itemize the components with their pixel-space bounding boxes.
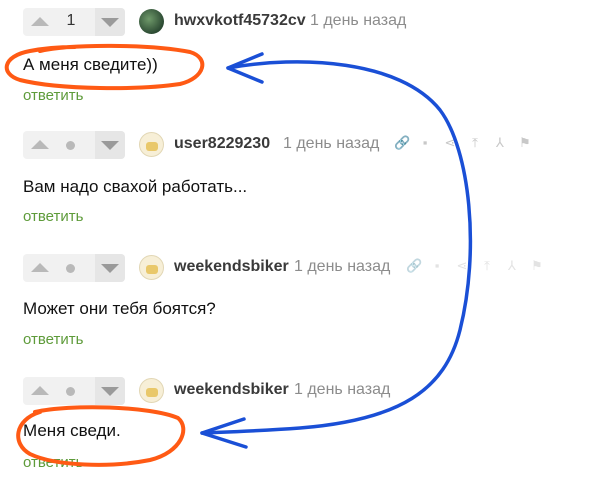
author-name[interactable]: weekendsbiker (174, 258, 289, 276)
save-icon[interactable]: ▪ (431, 259, 443, 273)
vote-score: 1 (66, 12, 76, 29)
to-top-icon[interactable]: ⤒ (469, 136, 481, 150)
reply-link[interactable]: ответить (23, 208, 83, 225)
downvote-button[interactable] (95, 254, 125, 282)
downvote-button[interactable] (95, 131, 125, 159)
avatar[interactable] (139, 9, 164, 34)
comment-actions: 🔗 ▪ ⋖ ⤒ ⅄ ⚑ (406, 259, 543, 277)
author-name[interactable]: weekendsbiker (174, 381, 289, 399)
downvote-icon (101, 18, 119, 27)
flag-icon[interactable]: ⚑ (519, 136, 531, 150)
save-icon[interactable]: ▪ (419, 136, 431, 150)
author-name[interactable]: hwxvkotf45732cv (174, 12, 306, 30)
comment-time[interactable]: 1 день назад (294, 381, 390, 399)
comment-header: user8229230 1 день назад 🔗 ▪ ⋖ ⤒ ⅄ ⚑ (23, 131, 583, 159)
avatar[interactable] (139, 132, 164, 157)
vote-dot-icon (66, 264, 75, 273)
comment-text: Может они тебя боятся? (23, 299, 216, 318)
vote-widget: 1 (23, 8, 125, 36)
vote-dot-icon (66, 387, 75, 396)
comment-header: weekendsbiker 1 день назад 🔗 ▪ ⋖ ⤒ ⅄ ⚑ (23, 254, 583, 282)
comment-actions: 🔗 ▪ ⋖ ⤒ ⅄ ⚑ (394, 136, 531, 154)
downvote-icon (101, 264, 119, 273)
comment-time[interactable]: 1 день назад (310, 12, 406, 30)
blue-arrowhead-top (226, 52, 264, 84)
branch-icon[interactable]: ⅄ (506, 259, 518, 273)
downvote-button[interactable] (95, 8, 125, 36)
share-icon[interactable]: ⋖ (456, 259, 468, 273)
upvote-icon[interactable] (31, 386, 49, 395)
reply-link[interactable]: ответить (23, 331, 83, 348)
vote-widget (23, 377, 125, 405)
comment-text: Меня сведи. (23, 421, 121, 440)
upvote-icon[interactable] (31, 263, 49, 272)
author-name[interactable]: user8229230 (174, 135, 270, 153)
vote-widget (23, 254, 125, 282)
downvote-icon (101, 387, 119, 396)
branch-icon[interactable]: ⅄ (494, 136, 506, 150)
to-top-icon[interactable]: ⤒ (481, 259, 493, 273)
link-icon[interactable]: 🔗 (394, 136, 410, 150)
avatar[interactable] (139, 255, 164, 280)
upvote-icon[interactable] (31, 140, 49, 149)
blue-arrowhead-bottom (200, 417, 248, 449)
vote-dot-icon (66, 141, 75, 150)
link-icon[interactable]: 🔗 (406, 259, 422, 273)
comment-time[interactable]: 1 день назад (283, 135, 379, 153)
reply-link[interactable]: ответить (23, 454, 83, 471)
vote-widget (23, 131, 125, 159)
avatar[interactable] (139, 378, 164, 403)
upvote-icon[interactable] (31, 17, 49, 26)
comment-text: Вам надо свахой работать... (23, 177, 248, 196)
comment-header: weekendsbiker 1 день назад (23, 377, 583, 405)
share-icon[interactable]: ⋖ (444, 136, 456, 150)
flag-icon[interactable]: ⚑ (531, 259, 543, 273)
reply-link[interactable]: ответить (23, 87, 83, 104)
comment-time[interactable]: 1 день назад (294, 258, 390, 276)
comment-text: А меня сведите)) (23, 55, 158, 74)
downvote-icon (101, 141, 119, 150)
downvote-button[interactable] (95, 377, 125, 405)
comment-header: 1 hwxvkotf45732cv 1 день назад (23, 8, 583, 36)
